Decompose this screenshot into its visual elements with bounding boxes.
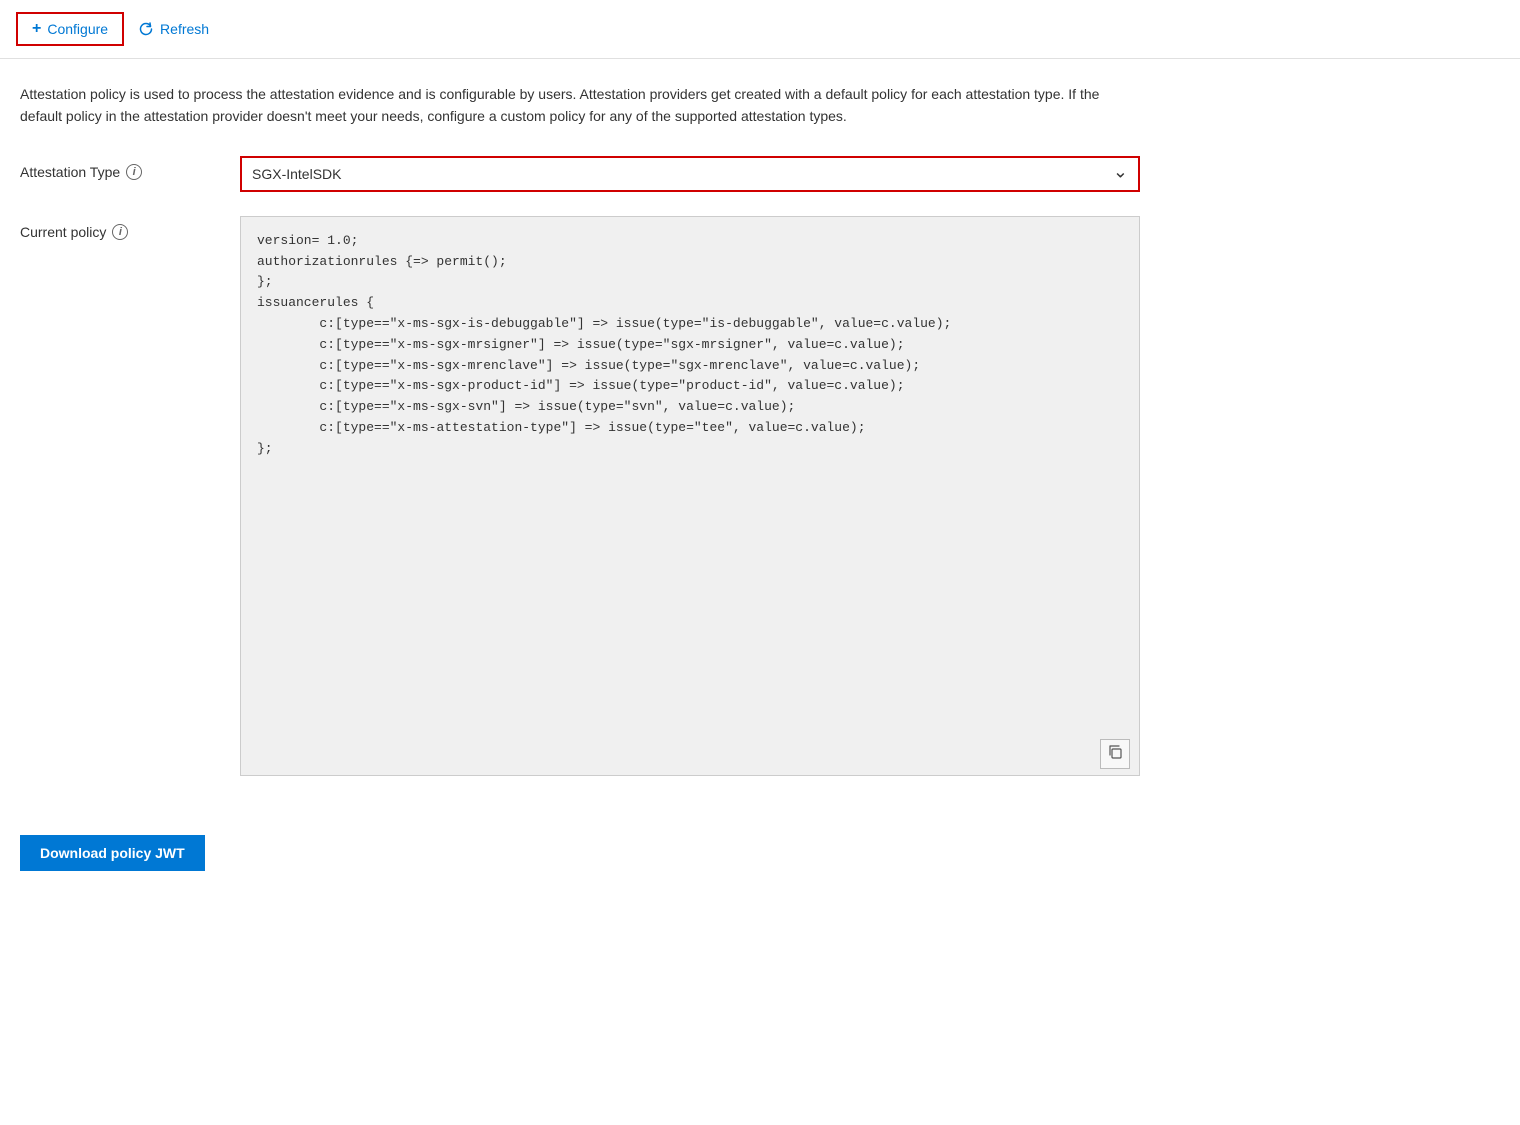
bottom-section: Download policy JWT	[0, 803, 1520, 887]
attestation-type-select[interactable]: SGX-IntelSDK SGX-ECDSA TPM OpenEnclave	[240, 156, 1140, 192]
refresh-button[interactable]: Refresh	[124, 15, 223, 43]
policy-container: version= 1.0; authorizationrules {=> per…	[240, 216, 1140, 779]
main-content: Attestation policy is used to process th…	[0, 59, 1520, 803]
attestation-type-row: Attestation Type i SGX-IntelSDK SGX-ECDS…	[20, 156, 1500, 192]
configure-label: Configure	[47, 21, 108, 37]
attestation-type-control: SGX-IntelSDK SGX-ECDSA TPM OpenEnclave	[240, 156, 1140, 192]
current-policy-row: Current policy i version= 1.0; authoriza…	[20, 216, 1500, 779]
toolbar: + Configure Refresh	[0, 0, 1520, 59]
current-policy-info-icon[interactable]: i	[112, 224, 128, 240]
attestation-type-label: Attestation Type i	[20, 156, 220, 180]
configure-button[interactable]: + Configure	[16, 12, 124, 46]
current-policy-label: Current policy i	[20, 216, 220, 240]
refresh-label: Refresh	[160, 21, 209, 37]
download-policy-jwt-button[interactable]: Download policy JWT	[20, 835, 205, 871]
attestation-type-info-icon[interactable]: i	[126, 164, 142, 180]
attestation-type-select-wrapper: SGX-IntelSDK SGX-ECDSA TPM OpenEnclave	[240, 156, 1140, 192]
policy-textarea[interactable]: version= 1.0; authorizationrules {=> per…	[240, 216, 1140, 776]
plus-icon: +	[32, 20, 41, 38]
copy-policy-button[interactable]	[1100, 739, 1130, 769]
description-text: Attestation policy is used to process th…	[20, 83, 1120, 128]
copy-icon	[1107, 744, 1123, 763]
current-policy-control: version= 1.0; authorizationrules {=> per…	[240, 216, 1140, 779]
form-section: Attestation Type i SGX-IntelSDK SGX-ECDS…	[20, 156, 1500, 779]
refresh-icon	[138, 21, 154, 37]
